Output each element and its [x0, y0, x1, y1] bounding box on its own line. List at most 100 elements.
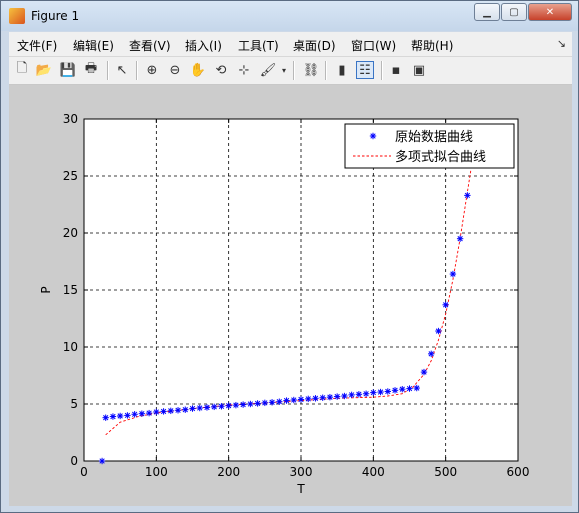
data-point: [456, 235, 464, 242]
menu-edit[interactable]: 编辑(E): [73, 37, 114, 54]
data-point: [333, 393, 341, 400]
data-point: [319, 394, 326, 401]
rotate-3d-icon[interactable]: ⟲: [212, 61, 230, 79]
data-point: [377, 388, 384, 396]
data-point: [116, 412, 124, 420]
menu-dock-arrow-icon[interactable]: ↘: [557, 37, 566, 50]
x-tick-label: 500: [434, 465, 457, 479]
data-point: [283, 397, 290, 404]
x-tick-label: 600: [507, 465, 530, 479]
minimize-button[interactable]: ▁: [474, 3, 500, 21]
x-tick-label: 200: [217, 465, 240, 479]
menu-bar: 文件(F) 编辑(E) 查看(V) 插入(I) 工具(T) 桌面(D) 窗口(W…: [9, 32, 572, 57]
y-axis-label: P: [39, 286, 53, 293]
new-figure-icon[interactable]: 🗋: [13, 61, 31, 79]
save-icon[interactable]: 💾: [59, 61, 77, 79]
x-tick-label: 400: [362, 465, 385, 479]
data-point: [341, 392, 348, 400]
data-point: [174, 407, 182, 414]
data-point: [254, 400, 261, 407]
data-point: [435, 327, 442, 335]
data-point: [464, 192, 471, 199]
menu-view[interactable]: 查看(V): [129, 37, 171, 54]
brush-icon[interactable]: 🖌: [259, 61, 277, 79]
hide-plot-tools-icon[interactable]: ▪: [387, 61, 405, 79]
data-point: [384, 388, 391, 395]
data-point: [348, 391, 355, 399]
show-plot-tools-icon[interactable]: ▣: [410, 61, 428, 79]
data-point: [153, 408, 160, 416]
menu-help[interactable]: 帮助(H): [411, 37, 453, 54]
data-cursor-icon[interactable]: ⊹: [235, 61, 253, 79]
y-tick-label: 20: [63, 226, 78, 240]
data-point: [247, 400, 254, 408]
close-button[interactable]: ✕: [528, 3, 572, 21]
data-point: [196, 404, 203, 412]
data-point: [109, 413, 117, 420]
data-point: [276, 398, 283, 405]
window-title: Figure 1: [31, 9, 80, 23]
data-point: [203, 404, 211, 411]
insert-colorbar-icon[interactable]: ▮: [333, 61, 351, 79]
data-point: [102, 414, 109, 421]
data-point: [261, 399, 269, 407]
data-point: [290, 396, 297, 404]
data-point: [239, 401, 247, 408]
menu-desktop[interactable]: 桌面(D): [293, 37, 336, 54]
figure-canvas: 0 100 200 300 400 500 600 0 5 10 15 20 25 30 T P 原始数据曲线多…: [9, 85, 572, 506]
data-point: [98, 457, 106, 465]
data-point: [399, 385, 406, 393]
y-tick-label: 15: [63, 283, 78, 297]
menu-file[interactable]: 文件(F): [17, 37, 57, 54]
zoom-in-icon[interactable]: ⊕: [143, 61, 161, 79]
menu-window[interactable]: 窗口(W): [351, 37, 396, 54]
plot-svg[interactable]: 0 100 200 300 400 500 600 0 5 10 15 20 25 30 T P 原始数据曲线多…: [9, 85, 572, 506]
data-point: [370, 389, 377, 396]
data-point: [413, 384, 420, 392]
legend-label-fit: 多项式拟合曲线: [395, 149, 486, 165]
data-point: [355, 391, 363, 398]
y-tick-label: 10: [63, 340, 78, 354]
pan-hand-icon[interactable]: ✋: [189, 61, 207, 79]
data-point: [232, 401, 240, 409]
data-point: [167, 407, 174, 415]
data-point: [428, 350, 435, 358]
legend-label-raw: 原始数据曲线: [395, 130, 473, 145]
y-tick-label: 30: [63, 112, 78, 126]
y-tick-label: 25: [63, 169, 78, 183]
x-axis-label: T: [296, 482, 305, 496]
print-icon[interactable]: 🖶: [82, 61, 100, 79]
maximize-button[interactable]: ▢: [501, 3, 527, 21]
data-point: [138, 410, 146, 417]
x-tick-label: 0: [80, 465, 88, 479]
figure-window: Figure 1 ▁ ▢ ✕ 文件(F) 编辑(E) 查看(V) 插入(I) 工…: [0, 0, 579, 513]
data-point: [406, 385, 413, 392]
data-point: [225, 402, 232, 409]
menu-tools[interactable]: 工具(T): [238, 37, 279, 54]
zoom-out-icon[interactable]: ⊖: [166, 61, 184, 79]
data-point: [131, 411, 138, 418]
title-bar[interactable]: Figure 1 ▁ ▢ ✕: [1, 1, 578, 31]
open-file-icon[interactable]: 📂: [35, 61, 53, 79]
data-point: [449, 270, 457, 278]
data-point: [182, 406, 189, 413]
link-plot-icon[interactable]: ⛓: [302, 61, 320, 79]
data-point: [326, 393, 334, 401]
data-point: [268, 399, 276, 406]
menu-insert[interactable]: 插入(I): [185, 37, 222, 54]
data-point: [305, 395, 312, 403]
pointer-icon[interactable]: ↖: [113, 61, 131, 79]
data-point: [189, 405, 196, 412]
data-point: [362, 390, 370, 397]
brush-dropdown-icon[interactable]: ▾: [279, 61, 289, 79]
y-tick-label: 5: [70, 397, 78, 411]
data-point: [160, 408, 167, 415]
toolbar: 🗋 📂 💾 🖶 ↖ ⊕ ⊖ ✋ ⟲ ⊹ 🖌 ▾ ⛓ ▮ ☷ ▪ ▣: [9, 57, 572, 85]
matlab-logo-icon: [9, 8, 25, 24]
data-point: [391, 387, 399, 394]
data-point: [218, 403, 225, 410]
insert-legend-icon[interactable]: ☷: [356, 61, 374, 79]
data-point: [312, 395, 319, 402]
x-tick-label: 300: [290, 465, 313, 479]
x-tick-label: 100: [145, 465, 168, 479]
